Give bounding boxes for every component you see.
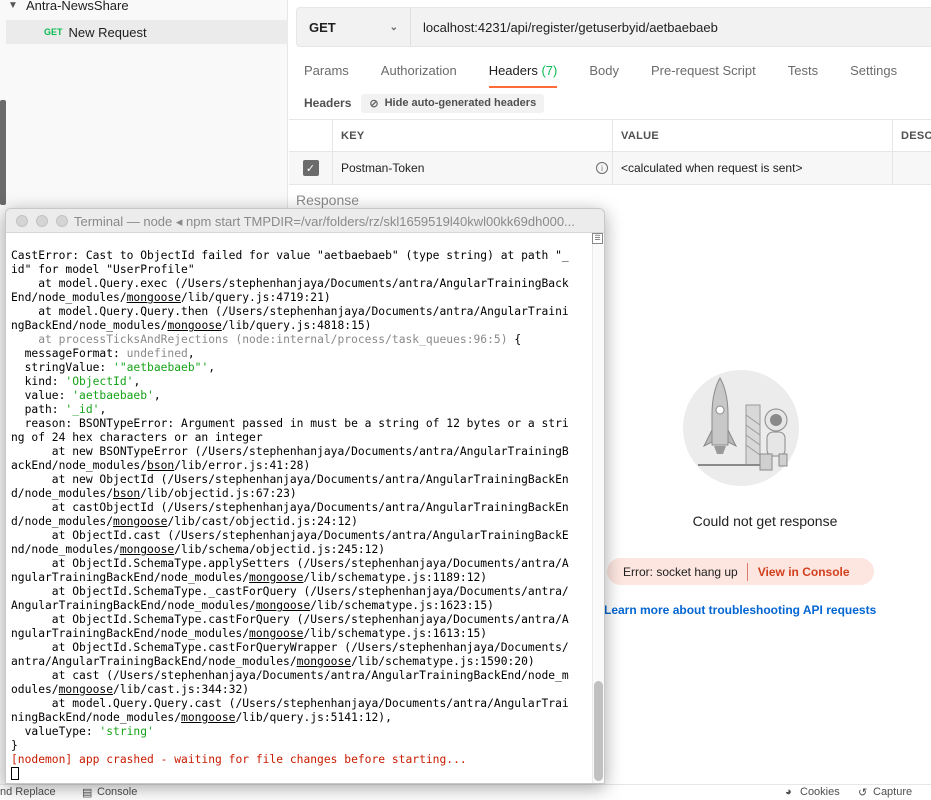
error-text: Error: socket hang up [607,562,748,581]
collection-name: Antra-NewsShare [26,0,129,13]
capture-button[interactable]: Capture req [873,786,931,800]
headers-title: Headers [304,96,352,110]
terminal-line: messageFormat: undefined, [11,347,195,360]
tab-settings[interactable]: Settings [842,56,905,86]
terminal-line: at cast (/Users/stephenhanjaya/Documents… [11,669,569,682]
terminal-line: ackEnd/node_modules/bson/lib/error.js:41… [11,459,311,472]
terminal-line: kind: 'ObjectId', [11,375,141,388]
terminal-line: at ObjectId.SchemaType.castForQueryWrapp… [11,641,569,654]
terminal-line: d/node_modules/mongoose/lib/cast/objecti… [11,515,358,528]
terminal-line: ngularTrainingBackEnd/node_modules/mongo… [11,627,488,640]
method-badge: GET [44,27,63,37]
header-key[interactable]: Postman-Token [341,161,424,175]
terminal-line: ngBackEnd/node_modules/mongoose/lib/quer… [11,319,372,332]
terminal-line: value: 'aetbaebaeb', [11,389,161,402]
cookies-icon[interactable]: ◕ [785,786,792,798]
header-value[interactable]: <calculated when request is sent> [613,152,893,184]
view-in-console-link[interactable]: View in Console [748,565,850,579]
terminal-line: at model.Query.Query.then (/Users/stephe… [11,305,569,318]
terminal-line: CastError: Cast to ObjectId failed for v… [11,249,569,262]
terminal-line: antra/AngularTrainingBackEnd/node_module… [11,655,535,668]
headers-table: KEY VALUE DESC ✓ Postman-Token i <calcul… [289,119,931,185]
eye-off-icon: ⊘ [369,97,379,110]
url-bar: GET ⌄ [296,7,931,47]
terminal-line: at ObjectId.SchemaType.castForQuery (/Us… [11,613,569,626]
terminal-line: at new BSONTypeError (/Users/stephenhanj… [11,445,569,458]
chevron-down-icon: ⌄ [389,21,398,33]
minimize-window-button[interactable] [36,214,48,227]
terminal-line: stringValue: '"aetbaebaeb"', [11,361,216,374]
headers-toolbar: Headers ⊘ Hide auto-generated headers [304,92,545,114]
terminal-output[interactable]: CastError: Cast to ObjectId failed for v… [6,234,592,783]
hide-auto-headers-button[interactable]: ⊘ Hide auto-generated headers [361,93,545,113]
console-button[interactable]: Console [97,786,137,798]
terminal-line: path: '_id', [11,403,107,416]
sidebar-item-new-request[interactable]: GET New Request [6,20,288,44]
find-replace-button[interactable]: nd Replace [0,786,56,798]
terminal-line: d/node_modules/bson/lib/objectid.js:67:2… [11,487,297,500]
column-description: DESC [901,129,931,142]
terminal-scroll-thumb[interactable] [594,681,603,781]
tab-authorization[interactable]: Authorization [373,56,465,86]
terminal-line: [nodemon] app crashed - waiting for file… [11,753,467,766]
terminal-title: Terminal — node ◂ npm start TMPDIR=/var/… [74,214,575,229]
terminal-titlebar[interactable]: Terminal — node ◂ npm start TMPDIR=/var/… [6,209,604,233]
method-select-value: GET [309,19,336,35]
terminal-window[interactable]: Terminal — node ◂ npm start TMPDIR=/var/… [5,208,605,784]
info-icon[interactable]: i [596,162,608,174]
error-banner: Error: socket hang up View in Console [607,558,874,585]
terminal-line: at new ObjectId (/Users/stephenhanjaya/D… [11,473,569,486]
capture-icon[interactable]: ↺ [858,786,867,799]
no-response-message: Could not get response [692,513,838,529]
tab-body[interactable]: Body [581,56,627,86]
headers-count: (7) [541,63,558,78]
request-name: New Request [68,24,147,40]
terminal-line: nd/node_modules/mongoose/lib/schema/obje… [11,543,386,556]
terminal-line: ngularTrainingBackEnd/node_modules/mongo… [11,571,488,584]
window-edge-handle [0,100,6,205]
terminal-line: at model.Query.Query.cast (/Users/stephe… [11,697,569,710]
tab-params[interactable]: Params [296,56,357,86]
console-icon[interactable]: ▤ [82,786,92,799]
terminal-line: reason: BSONTypeError: Argument passed i… [11,417,569,430]
zoom-window-button[interactable] [56,214,68,227]
terminal-line: at castObjectId (/Users/stephenhanjaya/D… [11,501,569,514]
rocket-astronaut-illustration [683,370,799,486]
status-bar: nd Replace ▤ Console ◕ Cookies ↺ Capture… [0,784,931,800]
table-row: ✓ Postman-Token i <calculated when reque… [289,152,931,185]
request-tabs: Params Authorization Headers (7) Body Pr… [296,56,921,88]
chevron-down-icon[interactable]: ▼ [8,0,18,11]
terminal-line: valueType: 'string' [11,725,154,738]
response-label: Response [296,192,360,208]
app-window: ▼ Antra-NewsShare GET New Request GET ⌄ … [0,0,931,800]
tab-pre-request-script[interactable]: Pre-request Script [643,56,764,86]
terminal-menu-icon[interactable]: ☰ [592,233,603,244]
terminal-line: at model.Query.exec (/Users/stephenhanja… [11,277,569,290]
row-checkbox[interactable]: ✓ [302,160,319,176]
terminal-line: End/node_modules/mongoose/lib/query.js:4… [11,291,331,304]
column-value: VALUE [613,120,893,151]
terminal-line: at ObjectId.cast (/Users/stephenhanjaya/… [11,529,569,542]
terminal-line: odules/mongoose/lib/cast.js:344:32) [11,683,250,696]
terminal-line: AngularTrainingBackEnd/node_modules/mong… [11,599,494,612]
method-select[interactable]: GET ⌄ [297,8,411,46]
terminal-line: ningBackEnd/node_modules/mongoose/lib/qu… [11,711,392,724]
terminal-line: } [11,739,18,752]
terminal-line: at processTicksAndRejections (node:inter… [38,333,522,346]
close-window-button[interactable] [16,214,28,227]
terminal-line: ng of 24 hex characters or an integer [11,431,263,444]
terminal-line: at ObjectId.SchemaType._castForQuery (/U… [11,585,569,598]
tab-headers[interactable]: Headers (7) [481,56,566,88]
terminal-line: at ObjectId.SchemaType.applySetters (/Us… [11,557,569,570]
troubleshooting-link[interactable]: Learn more about troubleshooting API req… [604,603,876,617]
column-key: KEY [333,120,613,151]
cookies-button[interactable]: Cookies [800,786,840,798]
terminal-line: id" for model "UserProfile" [11,263,195,276]
url-input[interactable] [411,8,931,46]
table-header-row: KEY VALUE DESC [289,119,931,152]
tab-tests[interactable]: Tests [780,56,826,86]
terminal-cursor [11,767,19,780]
collection-row[interactable]: ▼ Antra-NewsShare [0,0,288,16]
